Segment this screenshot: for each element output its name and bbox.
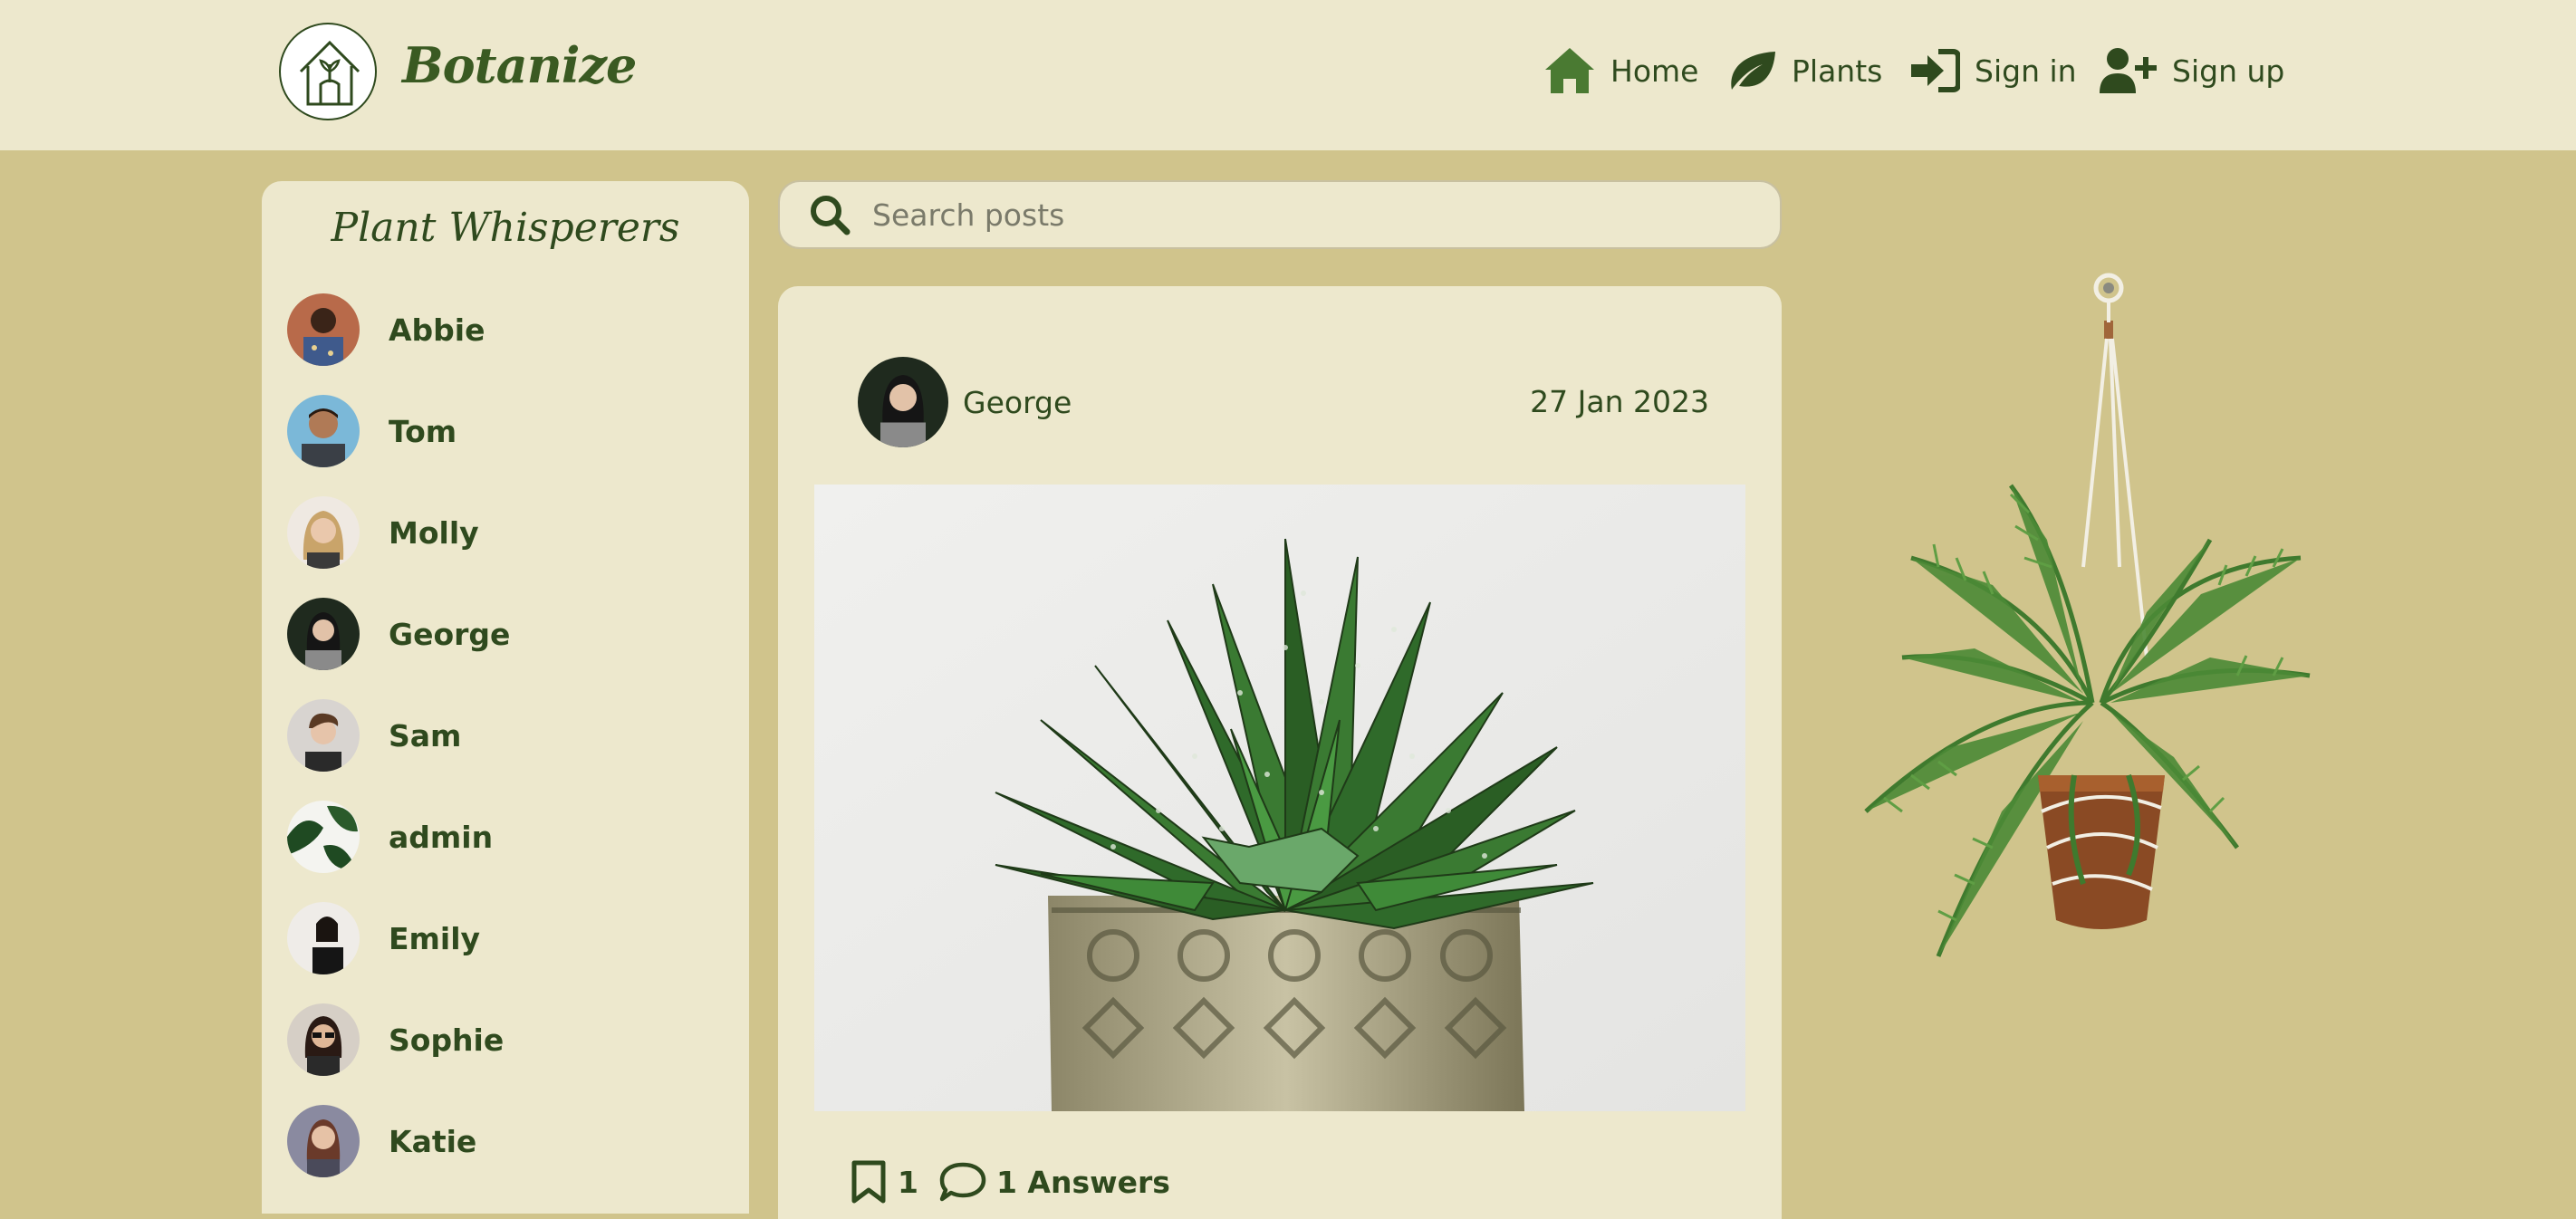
brand-name[interactable]: Botanize: [402, 36, 637, 94]
bookmark-count: 1: [898, 1164, 918, 1200]
avatar: [287, 1105, 360, 1177]
user-name: Molly: [389, 514, 479, 551]
user-item-abbie[interactable]: Abbie: [287, 293, 485, 366]
user-item-george[interactable]: George: [287, 598, 510, 670]
avatar: [287, 293, 360, 366]
comment-icon[interactable]: [938, 1161, 987, 1203]
avatar: [287, 598, 360, 670]
user-item-sam[interactable]: Sam: [287, 699, 461, 772]
nav-sign-in-label: Sign in: [1975, 53, 2077, 89]
plant-whisperers-panel: Plant Whisperers Abbie Tom Molly George …: [262, 181, 749, 1214]
sign-in-icon: [1911, 49, 1960, 92]
user-name: Abbie: [389, 312, 485, 348]
top-navbar: Botanize Home Plants Sign in Sign up: [0, 0, 2576, 150]
post-date: 27 Jan 2023: [1530, 384, 1709, 419]
user-name: admin: [389, 819, 494, 855]
user-item-sophie[interactable]: Sophie: [287, 1003, 504, 1076]
user-name: Sophie: [389, 1022, 505, 1058]
nav-home[interactable]: Home: [1543, 43, 1698, 98]
sidebar-title: Plant Whisperers: [331, 205, 680, 251]
bookmark-icon[interactable]: [849, 1159, 889, 1205]
avatar: [287, 395, 360, 467]
nav-home-label: Home: [1610, 53, 1699, 89]
nav-sign-in[interactable]: Sign in: [1909, 43, 2077, 98]
avatar: [858, 357, 948, 447]
home-icon: [1545, 48, 1594, 93]
post-image-succulent: [814, 485, 1745, 1111]
avatar: [287, 699, 360, 772]
answers-count[interactable]: 1 Answers: [996, 1165, 1170, 1200]
user-item-emily[interactable]: Emily: [287, 902, 480, 974]
user-name: Tom: [389, 413, 457, 449]
author-name: George: [963, 384, 1072, 420]
user-name: Sam: [389, 717, 462, 753]
brand-logo[interactable]: [279, 23, 377, 120]
avatar: [287, 801, 360, 873]
user-name: George: [389, 616, 511, 652]
search-bar: [778, 180, 1782, 249]
user-item-tom[interactable]: Tom: [287, 395, 457, 467]
user-plus-icon: [2100, 48, 2157, 93]
nav-plants[interactable]: Plants: [1726, 43, 1882, 98]
hanging-plant-illustration: [1848, 268, 2319, 978]
post-author[interactable]: George: [858, 357, 1072, 447]
avatar: [287, 1003, 360, 1076]
search-icon: [811, 196, 851, 235]
user-item-katie[interactable]: Katie: [287, 1105, 476, 1177]
avatar: [287, 902, 360, 974]
user-item-molly[interactable]: Molly: [287, 496, 479, 569]
nav-plants-label: Plants: [1792, 53, 1883, 89]
avatar: [287, 496, 360, 569]
nav-sign-up[interactable]: Sign up: [2098, 43, 2284, 98]
post-card: George 27 Jan 2023 1 1 Answers: [778, 286, 1782, 1219]
leaf-icon: [1731, 52, 1775, 90]
user-name: Katie: [389, 1123, 477, 1159]
user-item-admin[interactable]: admin: [287, 801, 493, 873]
search-input[interactable]: [870, 196, 1689, 234]
house-plant-logo-icon: [299, 40, 360, 106]
user-name: Emily: [389, 920, 481, 956]
post-actions: 1 1 Answers: [849, 1159, 1170, 1205]
nav-sign-up-label: Sign up: [2172, 53, 2285, 89]
